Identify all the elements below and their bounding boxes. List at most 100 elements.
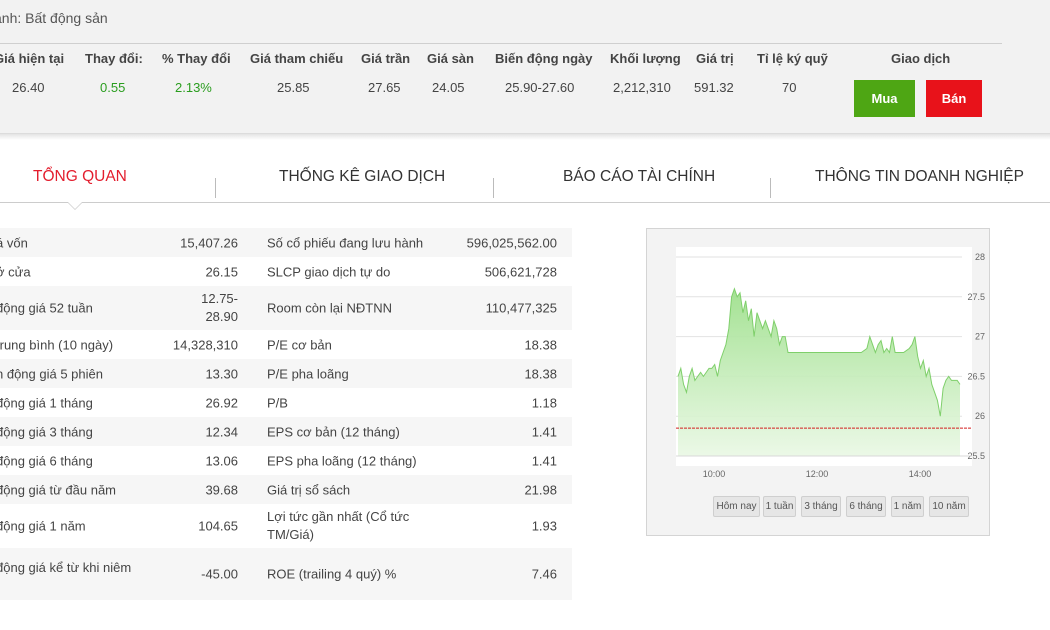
- stats-row: n động giá 5 phiên 13.30 P/E pha loãng 1…: [0, 359, 572, 388]
- range-1-year-button[interactable]: 1 năm: [891, 496, 924, 517]
- quote-day-range: 25.90-27.60: [505, 80, 575, 95]
- tab-separator: [215, 178, 216, 198]
- stat-value: 506,621,728: [484, 264, 557, 279]
- quote-volume: 2,212,310: [613, 80, 671, 95]
- stat-value: 15,407.26: [180, 235, 238, 250]
- stat-value: 104.65: [198, 518, 238, 534]
- quote-header-margin-ratio: Tỉ lệ ký quỹ: [757, 51, 828, 66]
- chart-x-tick-label: 14:00: [909, 469, 932, 479]
- stats-row: ở cửa 26.15 SLCP giao dịch tự do 506,621…: [0, 257, 572, 286]
- stat-value: 12.75-28.90: [201, 291, 238, 324]
- quote-header-reference-price: Giá tham chiếu: [250, 51, 344, 66]
- chart-y-tick-label: 26: [975, 411, 985, 421]
- stat-label: trung bình (10 ngày): [0, 337, 114, 352]
- stat-value: 13.06: [205, 453, 238, 468]
- chart-y-tick-label: 28: [975, 252, 985, 262]
- chart-x-tick-label: 10:00: [703, 469, 726, 479]
- quote-margin-ratio: 70: [782, 80, 797, 95]
- stat-value: 110,477,325: [485, 300, 557, 316]
- chart-y-tick-label: 26.5: [967, 371, 985, 381]
- stats-row: trung bình (10 ngày) 14,328,310 P/E cơ b…: [0, 330, 572, 359]
- stats-row: động giá 1 năm 104.65 Lợi tức gần nhất (…: [0, 504, 572, 548]
- stat-value: 1.93: [531, 518, 557, 534]
- stat-value: 1.41: [531, 453, 557, 468]
- stat-label: SLCP giao dịch tự do: [267, 264, 391, 279]
- stat-value: 26.15: [205, 264, 238, 279]
- stats-row: động giá 6 tháng 13.06 EPS pha loãng (12…: [0, 446, 572, 475]
- stat-label: động giá 6 tháng: [0, 453, 93, 468]
- range-today-button[interactable]: Hôm nay: [713, 496, 760, 517]
- stat-label: Giá trị sổ sách: [267, 482, 351, 497]
- stats-row: á vốn 15,407.26 Số cổ phiếu đang lưu hàn…: [0, 228, 572, 257]
- quote-change: 0.55: [100, 80, 126, 95]
- intraday-chart-panel: 25.5 26 26.5 27 27.5 28 10:00 12:00 14:00 Hôm na…: [646, 228, 990, 536]
- quote-header-volume: Khối lượng: [610, 51, 681, 66]
- tab-company-information[interactable]: THÔNG TIN DOANH NGHIỆP: [815, 168, 1024, 186]
- stat-label: á vốn: [0, 235, 28, 250]
- stat-value: 12.34: [205, 424, 238, 439]
- quote-percent-change: 2.13%: [175, 80, 212, 95]
- stat-label: Số cổ phiếu đang lưu hành: [267, 235, 424, 250]
- stat-value: 1.18: [531, 395, 557, 410]
- stat-label: động giá kể từ khi niêm: [0, 560, 132, 575]
- stat-label: động giá 52 tuần: [0, 300, 93, 316]
- quote-value: 591.32: [694, 80, 734, 95]
- range-10-years-button[interactable]: 10 năm: [929, 496, 969, 517]
- quote-reference-price: 25.85: [277, 80, 310, 95]
- stat-label: EPS pha loãng (12 tháng): [267, 453, 417, 468]
- stat-value: 14,328,310: [172, 337, 238, 352]
- active-tab-indicator-fill: [68, 202, 82, 209]
- stat-value: 21.98: [524, 482, 557, 497]
- stat-label: ROE (trailing 4 quý) %: [267, 566, 397, 582]
- quote-header-divider: [0, 43, 1002, 44]
- tab-trading-statistics[interactable]: THỐNG KÊ GIAO DỊCH: [279, 168, 445, 186]
- intraday-price-chart: 25.52626.52727.52810:00 12:00 14:00: [676, 247, 985, 479]
- stat-label: động giá 3 tháng: [0, 424, 93, 439]
- stat-value: 18.38: [524, 337, 557, 352]
- quote-header-ceiling-price: Giá trần: [361, 51, 411, 66]
- stat-label: ở cửa: [0, 264, 31, 279]
- range-6-months-button[interactable]: 6 tháng: [846, 496, 886, 517]
- stat-label: động giá từ đầu năm: [0, 482, 117, 497]
- stat-label: động giá 1 năm: [0, 518, 86, 534]
- stat-label: Lợi tức gần nhất (Cổ tức TM/Giá): [267, 509, 410, 542]
- quote-header-change: Thay đổi:: [85, 51, 143, 66]
- quote-header-floor-price: Giá sàn: [427, 51, 474, 66]
- range-1-week-button[interactable]: 1 tuần: [763, 496, 796, 517]
- stat-label: n động giá 5 phiên: [0, 366, 103, 381]
- quote-current-price: 26.40: [12, 80, 45, 95]
- stat-label: P/E pha loãng: [267, 366, 349, 381]
- tab-overview[interactable]: TỔNG QUAN: [33, 168, 127, 186]
- stats-row: động giá 52 tuần 12.75-28.90 Room còn lạ…: [0, 286, 572, 330]
- tab-bar-divider: [0, 202, 1050, 203]
- stats-row: động giá 3 tháng 12.34 EPS cơ bản (12 th…: [0, 417, 572, 446]
- stats-row: động giá kể từ khi niêm -45.00 ROE (trai…: [0, 548, 572, 600]
- stat-value: 1.41: [531, 424, 557, 439]
- quote-floor-price: 24.05: [432, 80, 465, 95]
- quote-header-percent-change: % Thay đổi: [162, 51, 231, 66]
- quote-header-value: Giá trị: [696, 51, 734, 66]
- tab-separator: [770, 178, 771, 198]
- stat-value: 39.68: [205, 482, 238, 497]
- buy-button[interactable]: Mua: [854, 80, 915, 117]
- stat-value: 7.46: [531, 566, 557, 582]
- quote-panel-shadow: [0, 134, 1050, 140]
- range-3-months-button[interactable]: 3 tháng: [801, 496, 841, 517]
- quote-header-day-range: Biến động ngày: [495, 51, 593, 66]
- chart-y-tick-label: 27: [975, 332, 985, 342]
- chart-x-tick-label: 12:00: [806, 469, 829, 479]
- stat-value: -45.00: [201, 566, 238, 582]
- stats-row: động giá 1 tháng 26.92 P/B 1.18: [0, 388, 572, 417]
- stats-row: động giá từ đầu năm 39.68 Giá trị sổ sác…: [0, 475, 572, 504]
- stat-value: 18.38: [524, 366, 557, 381]
- tab-separator: [493, 178, 494, 198]
- stats-table: á vốn 15,407.26 Số cổ phiếu đang lưu hàn…: [0, 228, 572, 600]
- quote-ceiling-price: 27.65: [368, 80, 401, 95]
- quote-header-current-price: Giá hiện tại: [0, 51, 65, 66]
- stat-label: động giá 1 tháng: [0, 395, 93, 410]
- tab-financial-reports[interactable]: BÁO CÁO TÀI CHÍNH: [563, 168, 715, 186]
- stat-label: EPS cơ bản (12 tháng): [267, 424, 400, 439]
- stat-value: 26.92: [205, 395, 238, 410]
- stat-value: 596,025,562.00: [466, 235, 557, 250]
- sell-button[interactable]: Bán: [926, 80, 982, 117]
